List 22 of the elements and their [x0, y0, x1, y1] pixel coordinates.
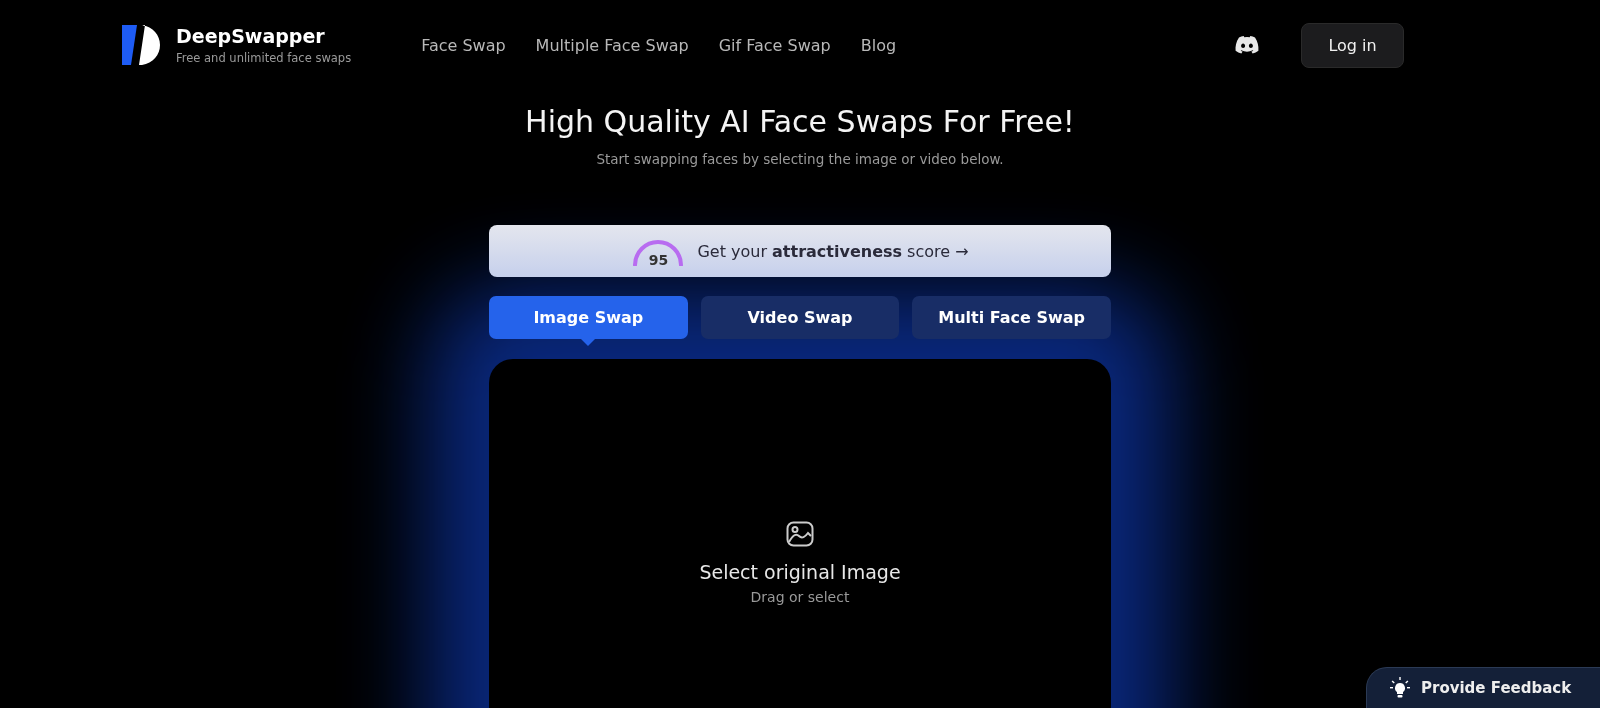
swap-tab[interactable]: Video Swap	[700, 296, 900, 339]
discord-icon[interactable]	[1235, 36, 1259, 54]
score-gauge: 95	[631, 236, 686, 266]
nav-link[interactable]: Blog	[860, 35, 897, 55]
hero-subtitle: Start swapping faces by selecting the image or video below.	[596, 151, 1004, 167]
nav-link[interactable]: Multiple Face Swap	[535, 35, 689, 55]
lightbulb-icon	[1389, 677, 1411, 699]
swap-tab[interactable]: Image Swap	[489, 296, 688, 339]
feedback-button[interactable]: Provide Feedback	[1366, 667, 1600, 708]
score-banner[interactable]: 95 Get your attractiveness score →	[489, 225, 1111, 277]
tab-pointer	[581, 339, 596, 346]
brand-tagline: Free and unlimited face swaps	[176, 51, 352, 65]
upload-hint: Drag or select	[750, 589, 850, 605]
nav-link[interactable]: Face Swap	[421, 35, 506, 55]
login-button[interactable]: Log in	[1301, 22, 1404, 68]
hero-title: High Quality AI Face Swaps For Free!	[525, 104, 1075, 139]
image-icon	[786, 521, 814, 547]
upload-area[interactable]: Select original Image Drag or select	[489, 359, 1111, 708]
brand-name: DeepSwapper	[176, 25, 326, 47]
swap-tab[interactable]: Multi Face Swap	[912, 296, 1111, 339]
nav-link[interactable]: Gif Face Swap	[718, 35, 831, 55]
upload-title: Select original Image	[699, 561, 901, 583]
